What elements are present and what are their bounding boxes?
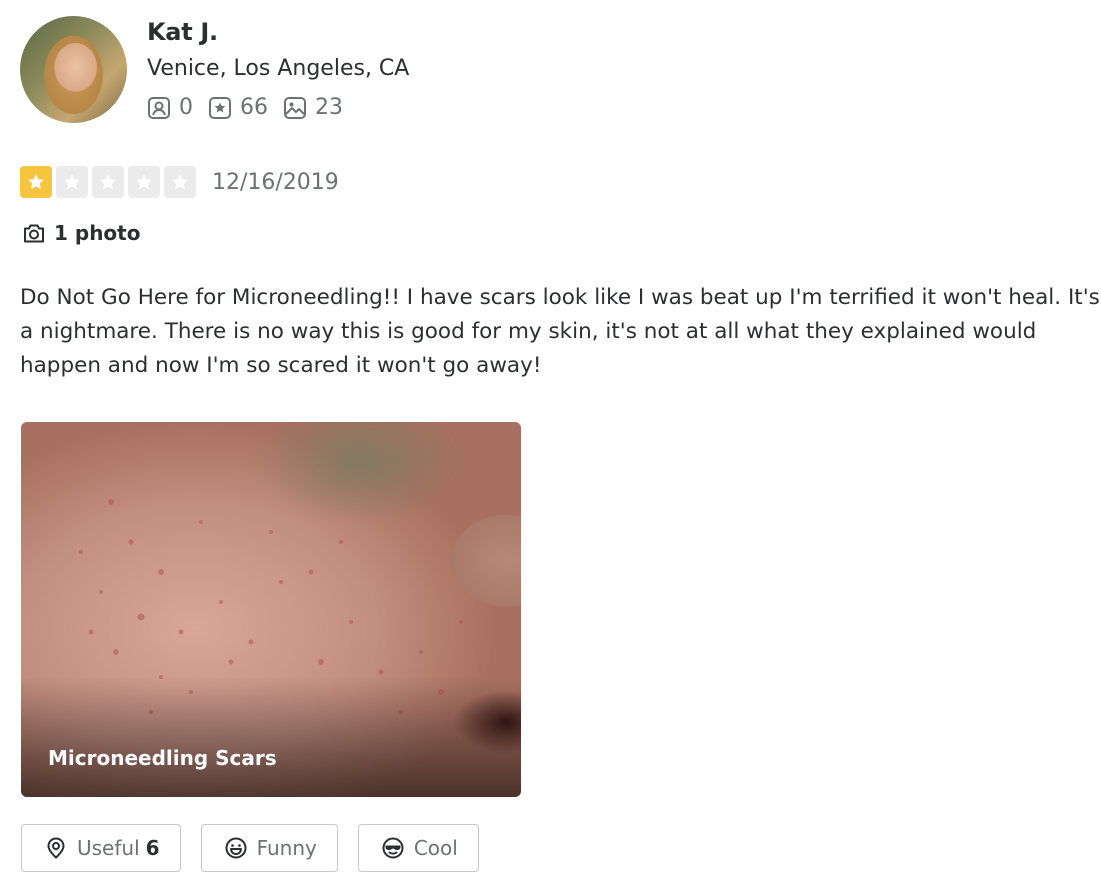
caption-shade [21, 677, 521, 797]
star-4 [128, 166, 160, 198]
review-text: Do Not Go Here for Microneedling!! I hav… [20, 285, 1100, 378]
review-photo[interactable]: Microneedling Scars [21, 422, 521, 797]
reviewer-name[interactable]: Kat J. [147, 18, 218, 46]
useful-label: Useful [77, 836, 140, 860]
useful-button[interactable]: Useful 6 [21, 824, 181, 872]
photo-icon [284, 96, 306, 119]
friends-count: 0 [147, 95, 193, 120]
photos-link-label[interactable]: 1 photo [54, 221, 140, 245]
star-1 [20, 166, 52, 198]
cool-icon [382, 837, 404, 859]
funny-icon [225, 837, 247, 859]
review-star-icon [209, 96, 231, 119]
star-2 [56, 166, 88, 198]
photos-count: 23 [283, 95, 343, 120]
camera-icon [24, 224, 44, 243]
funny-label: Funny [256, 836, 317, 860]
reviews-count-value: 66 [240, 95, 268, 120]
review-date: 12/16/2019 [212, 169, 339, 195]
reviews-count: 66 [208, 95, 268, 120]
useful-icon [47, 837, 65, 859]
star-icon [136, 174, 152, 190]
star-rating: 12/16/2019 [20, 166, 339, 198]
reviewer-avatar[interactable] [20, 16, 127, 123]
useful-count: 6 [145, 836, 160, 860]
friends-count-value: 0 [179, 95, 193, 120]
reviewer-location: Venice, Los Angeles, CA [147, 56, 410, 81]
cool-label: Cool [413, 836, 458, 860]
photos-link[interactable]: 1 photo [22, 221, 140, 245]
star-icon [172, 174, 188, 190]
review-actions: Useful 6 Funny Cool [21, 824, 499, 872]
photo-caption: Microneedling Scars [48, 746, 277, 770]
star-icon [64, 174, 80, 190]
reviewer-stats: 0 66 23 [147, 95, 358, 120]
star-5 [164, 166, 196, 198]
star-icon [100, 174, 116, 190]
star-3 [92, 166, 124, 198]
cool-button[interactable]: Cool [357, 824, 479, 872]
photos-count-value: 23 [315, 95, 343, 120]
funny-button[interactable]: Funny [200, 824, 338, 872]
star-icon [28, 174, 44, 190]
friends-icon [148, 96, 170, 119]
